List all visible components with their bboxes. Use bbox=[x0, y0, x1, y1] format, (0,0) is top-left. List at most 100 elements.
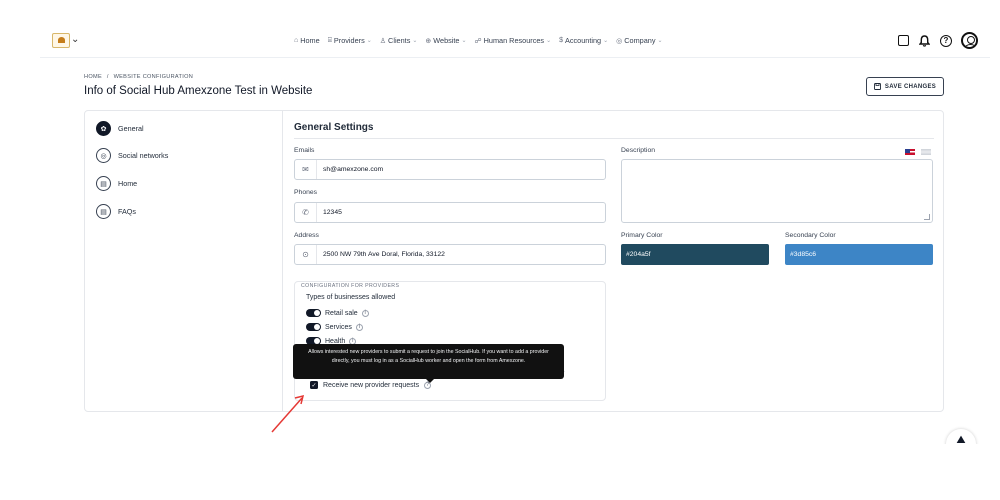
chevron-down-icon[interactable]: ⌄ bbox=[71, 34, 79, 45]
sidebar-item-general[interactable]: ✿ General bbox=[96, 121, 144, 136]
tooltip: Allows interested new providers to submi… bbox=[293, 344, 564, 383]
chevron-down-icon: ⌄ bbox=[366, 38, 372, 44]
save-changes-label: SAVE CHANGES bbox=[884, 83, 937, 90]
sidebar-item-social-networks[interactable]: ◎ Social networks bbox=[96, 148, 168, 163]
nav-website[interactable]: ⊕ Website ⌄ bbox=[425, 36, 466, 45]
home-icon: ⌂ bbox=[294, 37, 299, 44]
services-toggle[interactable] bbox=[306, 323, 321, 331]
description-label: Description bbox=[621, 147, 655, 154]
nav-home[interactable]: ⌂ Home bbox=[294, 36, 320, 45]
us-flag-icon[interactable] bbox=[905, 149, 915, 155]
nav-human-resources-label: Human Resources bbox=[483, 36, 545, 45]
chevron-down-icon: ⌄ bbox=[546, 38, 552, 44]
receive-requests-checkbox[interactable]: ✓ bbox=[310, 381, 318, 389]
services-label: Services bbox=[325, 323, 352, 331]
top-right-actions: ? bbox=[898, 32, 978, 49]
sidebar-item-home[interactable]: ▤ Home bbox=[96, 176, 137, 191]
receive-requests-row: ✓ Receive new provider requests ? bbox=[310, 381, 432, 389]
language-switcher bbox=[905, 149, 931, 155]
breadcrumb-separator: / bbox=[106, 74, 109, 80]
emails-label: Emails bbox=[294, 147, 315, 154]
providers-icon: ⌸ bbox=[327, 36, 332, 44]
email-value: sh@amexzone.com bbox=[323, 166, 384, 173]
nav-providers[interactable]: ⌸ Providers ⌄ bbox=[328, 36, 372, 45]
divider bbox=[294, 138, 934, 139]
primary-color-value: #204a5f bbox=[626, 251, 651, 258]
sidebar-item-label: General bbox=[118, 124, 144, 133]
bell-icon[interactable] bbox=[918, 34, 931, 47]
retail-label: Retail sale bbox=[325, 309, 358, 317]
address-value: 2500 NW 79th Ave Doral, Florida, 33122 bbox=[323, 251, 445, 258]
business-type-retail: Retail sale i bbox=[306, 309, 369, 317]
nav-home-label: Home bbox=[300, 36, 320, 45]
email-field[interactable]: ✉ sh@amexzone.com bbox=[294, 159, 606, 180]
document-icon: ▤ bbox=[96, 176, 111, 191]
phone-field[interactable]: ✆ 12345 bbox=[294, 202, 606, 223]
address-label: Address bbox=[294, 232, 319, 239]
description-textarea[interactable] bbox=[621, 159, 933, 223]
settings-sidebar: ✿ General ◎ Social networks ▤ Home ▤ FAQ… bbox=[85, 111, 283, 411]
retail-toggle[interactable] bbox=[306, 309, 321, 317]
location-pin-icon: ⊙ bbox=[295, 245, 317, 264]
breadcrumb-current: WEBSITE CONFIGURATION bbox=[113, 74, 194, 80]
phone-icon: ✆ bbox=[295, 203, 317, 222]
hr-icon: ☍ bbox=[474, 37, 482, 45]
user-avatar-icon[interactable] bbox=[961, 32, 978, 49]
red-arrow-annotation bbox=[271, 394, 305, 433]
provider-config-box: CONFIGURATION FOR PROVIDERS Types of bus… bbox=[294, 281, 606, 401]
nav-clients[interactable]: ♙ Clients ⌄ bbox=[380, 36, 418, 45]
save-changes-button[interactable]: SAVE CHANGES bbox=[866, 77, 944, 96]
secondary-color-label: Secondary Color bbox=[785, 232, 836, 239]
chevron-down-icon: ⌄ bbox=[412, 38, 418, 44]
document-icon: ▤ bbox=[96, 204, 111, 219]
sidebar-item-faqs[interactable]: ▤ FAQs bbox=[96, 204, 136, 219]
notes-icon[interactable] bbox=[898, 35, 909, 46]
breadcrumb: HOME / WEBSITE CONFIGURATION bbox=[84, 74, 196, 80]
chevron-down-icon: ⌄ bbox=[657, 38, 663, 44]
sidebar-item-label: FAQs bbox=[118, 207, 136, 216]
phone-value: 12345 bbox=[323, 209, 342, 216]
primary-color-picker[interactable]: #204a5f bbox=[621, 244, 769, 265]
sidebar-item-label: Home bbox=[118, 179, 138, 188]
clients-icon: ♙ bbox=[379, 37, 387, 45]
website-icon: ⊕ bbox=[425, 37, 432, 45]
breadcrumb-home[interactable]: HOME bbox=[84, 74, 102, 80]
chevron-down-icon: ⌄ bbox=[603, 38, 609, 44]
secondary-color-picker[interactable]: #3d85c6 bbox=[785, 244, 933, 265]
instagram-icon: ◎ bbox=[96, 148, 111, 163]
nav-clients-label: Clients bbox=[388, 36, 411, 45]
info-icon[interactable]: i bbox=[361, 309, 369, 317]
business-types-label: Types of businesses allowed bbox=[306, 294, 396, 301]
save-icon bbox=[873, 83, 881, 90]
language-flag-icon[interactable] bbox=[921, 149, 931, 155]
page-title: Info of Social Hub Amexzone Test in Webs… bbox=[84, 85, 313, 97]
main-nav: ⌂ Home ⌸ Providers ⌄ ♙ Clients ⌄ ⊕ Websi… bbox=[294, 36, 663, 45]
primary-color-label: Primary Color bbox=[621, 232, 663, 239]
nav-providers-label: Providers bbox=[333, 36, 365, 45]
secondary-color-value: #3d85c6 bbox=[790, 251, 817, 258]
section-title: General Settings bbox=[294, 122, 374, 133]
accounting-icon: $ bbox=[559, 37, 563, 44]
company-icon: ◎ bbox=[616, 37, 623, 45]
mail-icon: ✉ bbox=[295, 160, 317, 179]
receive-requests-label: Receive new provider requests bbox=[323, 381, 420, 389]
nav-website-label: Website bbox=[433, 36, 460, 45]
sidebar-item-label: Social networks bbox=[118, 151, 169, 160]
company-logo[interactable] bbox=[52, 33, 70, 48]
nav-human-resources[interactable]: ☍ Human Resources ⌄ bbox=[475, 36, 552, 45]
provider-config-title: CONFIGURATION FOR PROVIDERS bbox=[301, 283, 400, 289]
help-icon[interactable]: ? bbox=[940, 34, 952, 47]
top-navbar: ⌄ ⌂ Home ⌸ Providers ⌄ ♙ Clients ⌄ ⊕ Web… bbox=[40, 0, 990, 58]
nav-accounting[interactable]: $ Accounting ⌄ bbox=[559, 36, 608, 45]
resize-handle-icon[interactable] bbox=[924, 214, 930, 220]
info-icon[interactable]: i bbox=[355, 323, 363, 331]
nav-accounting-label: Accounting bbox=[565, 36, 602, 45]
business-type-services: Services i bbox=[306, 323, 363, 331]
address-field[interactable]: ⊙ 2500 NW 79th Ave Doral, Florida, 33122 bbox=[294, 244, 606, 265]
nav-company-label: Company bbox=[624, 36, 656, 45]
page-bottom-area bbox=[940, 444, 990, 474]
gear-icon: ✿ bbox=[96, 121, 111, 136]
phones-label: Phones bbox=[294, 189, 318, 196]
chevron-down-icon: ⌄ bbox=[461, 38, 467, 44]
nav-company[interactable]: ◎ Company ⌄ bbox=[616, 36, 662, 45]
